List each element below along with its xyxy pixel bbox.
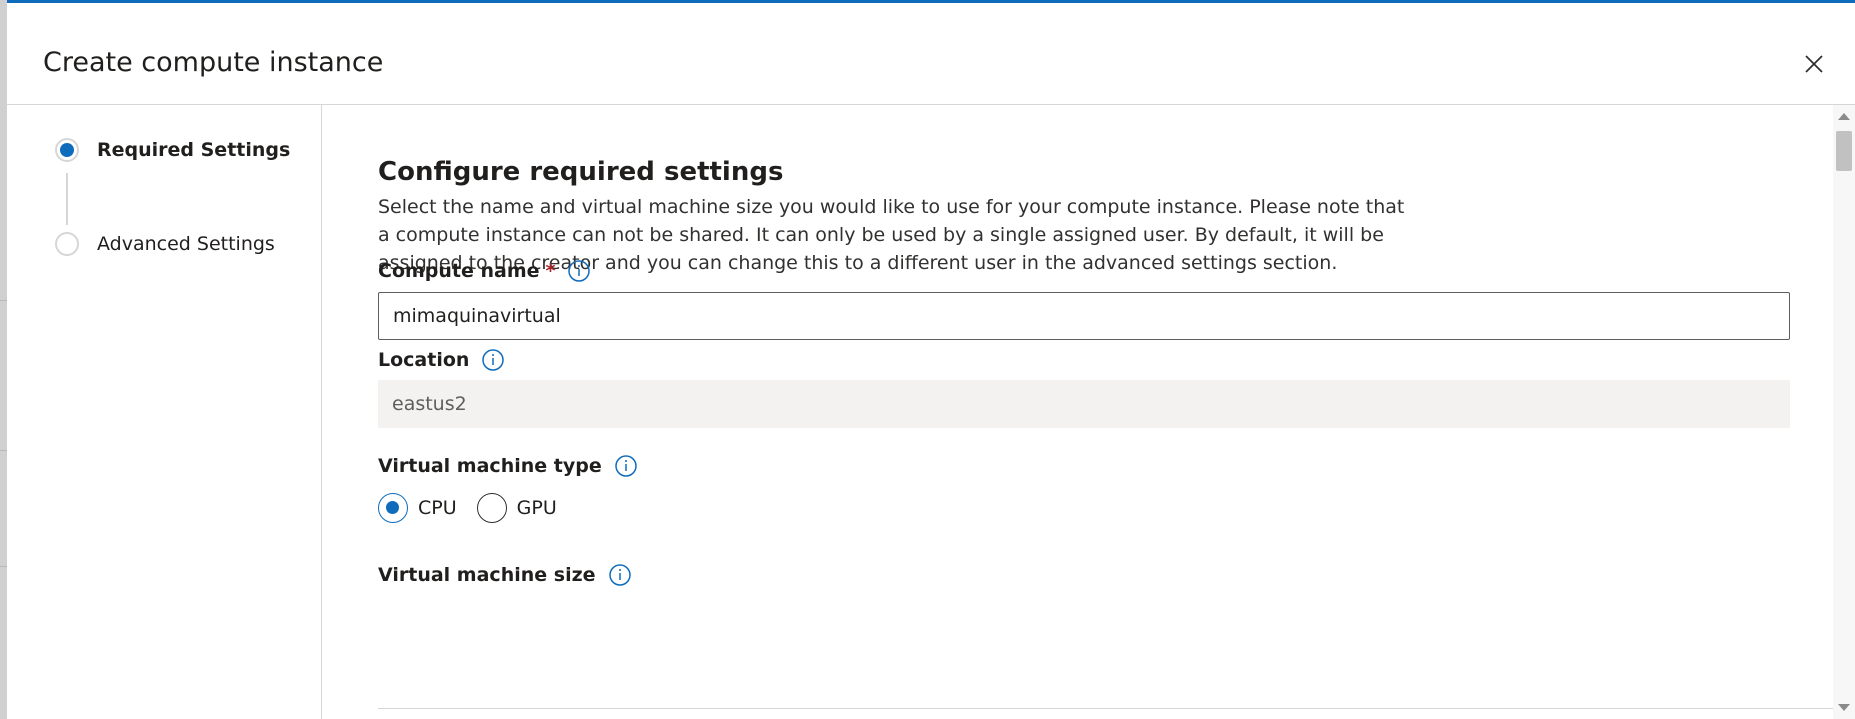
dialog-title: Create compute instance [43, 47, 384, 78]
radio-label: CPU [418, 497, 457, 519]
info-icon[interactable] [567, 259, 591, 283]
step-label: Required Settings [97, 139, 291, 161]
radio-label: GPU [516, 497, 557, 519]
step-advanced-settings[interactable]: Advanced Settings [55, 232, 275, 256]
step-inactive-dot [55, 232, 79, 256]
scroll-up-arrow-icon[interactable] [1838, 113, 1850, 120]
wizard-steps-nav: Required Settings Advanced Settings [7, 105, 322, 719]
step-active-dot [55, 138, 79, 162]
info-icon[interactable] [481, 348, 505, 372]
step-label: Advanced Settings [97, 233, 275, 255]
location-label: Location [378, 348, 505, 372]
compute-name-input[interactable]: mimaquinavirtual [378, 292, 1790, 340]
section-heading: Configure required settings [378, 157, 784, 187]
required-asterisk: * [545, 260, 556, 282]
info-icon[interactable] [608, 563, 632, 587]
vm-type-label: Virtual machine type [378, 454, 638, 478]
content-scrollbar[interactable] [1833, 105, 1855, 719]
content-divider [378, 708, 1833, 709]
step-required-settings[interactable]: Required Settings [55, 138, 290, 162]
info-icon[interactable] [614, 454, 638, 478]
content-area: Configure required settings Select the n… [323, 105, 1833, 710]
scroll-thumb[interactable] [1836, 131, 1852, 171]
close-icon [1805, 55, 1823, 73]
step-connector [66, 173, 68, 225]
vm-size-label-text: Virtual machine size [378, 564, 596, 586]
close-button[interactable] [1801, 51, 1827, 77]
dialog-header: Create compute instance [7, 3, 1855, 105]
radio-cpu[interactable]: CPU [378, 493, 457, 523]
location-input: eastus2 [378, 380, 1790, 428]
radio-gpu[interactable]: GPU [476, 493, 557, 523]
radio-checked-circle [378, 493, 408, 523]
compute-name-label-text: Compute name [378, 260, 540, 282]
vm-size-label: Virtual machine size [378, 563, 632, 587]
location-label-text: Location [378, 349, 470, 371]
vm-type-radio-group: CPU GPU [378, 493, 577, 523]
scroll-down-arrow-icon[interactable] [1838, 704, 1850, 711]
create-compute-dialog: Create compute instance Required Setting… [7, 0, 1855, 719]
vm-type-label-text: Virtual machine type [378, 455, 602, 477]
background-page-strip [0, 0, 7, 719]
radio-unchecked-circle [476, 493, 507, 523]
compute-name-label: Compute name * [378, 259, 591, 283]
